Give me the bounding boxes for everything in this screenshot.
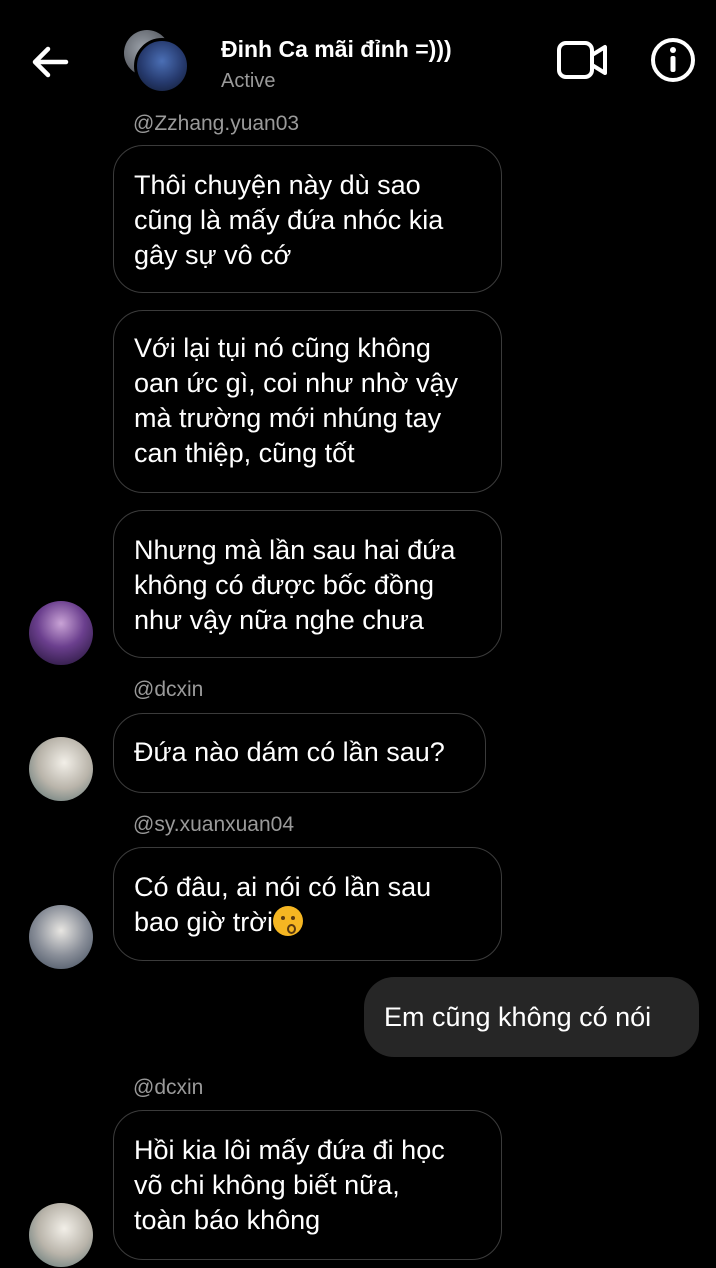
active-status: Active [221,70,276,92]
message-text: Đứa nào dám có lần sau? [134,737,445,767]
message-text: Thôi chuyện này dù sao cũng là mấy đứa n… [134,170,444,270]
message-bubble[interactable]: Thôi chuyện này dù sao cũng là mấy đứa n… [113,145,502,293]
info-circle-icon[interactable] [650,37,696,83]
sender-name: @dcxin [133,678,204,701]
message-text: Có đâu, ai nói có lần sau bao giờ trời [134,872,432,937]
message-bubble[interactable]: Có đâu, ai nói có lần sau bao giờ trời [113,847,502,961]
video-camera-icon[interactable] [556,38,608,82]
sender-avatar[interactable] [29,737,93,801]
sender-name: @dcxin [133,1076,204,1099]
message-text: Hồi kia lôi mấy đứa đi học võ chi không … [134,1135,445,1235]
sender-avatar[interactable] [29,601,93,665]
chat-title[interactable]: Đinh Ca mãi đỉnh =))) [221,36,452,63]
sender-avatar[interactable] [29,905,93,969]
kissing-face-emoji [272,906,303,936]
my-message-bubble[interactable]: Em cũng không có nói [364,977,699,1057]
sender-avatar[interactable] [29,1203,93,1267]
message-text: Nhưng mà lần sau hai đứa không có được b… [134,535,456,635]
group-avatar[interactable] [134,38,190,94]
sender-name: @Zzhang.yuan03 [133,112,300,135]
message-bubble[interactable]: Nhưng mà lần sau hai đứa không có được b… [113,510,502,658]
arrow-left-icon[interactable] [28,38,72,86]
message-text: Em cũng không có nói [384,1002,652,1032]
message-bubble[interactable]: Với lại tụi nó cũng không oan ức gì, coi… [113,310,502,493]
sender-name: @sy.xuanxuan04 [133,813,295,836]
message-text: Với lại tụi nó cũng không oan ức gì, coi… [134,333,459,468]
message-bubble[interactable]: Hồi kia lôi mấy đứa đi học võ chi không … [113,1110,502,1260]
message-bubble[interactable]: Đứa nào dám có lần sau? [113,713,486,793]
chat-header: Đinh Ca mãi đỉnh =))) Active [0,0,716,112]
